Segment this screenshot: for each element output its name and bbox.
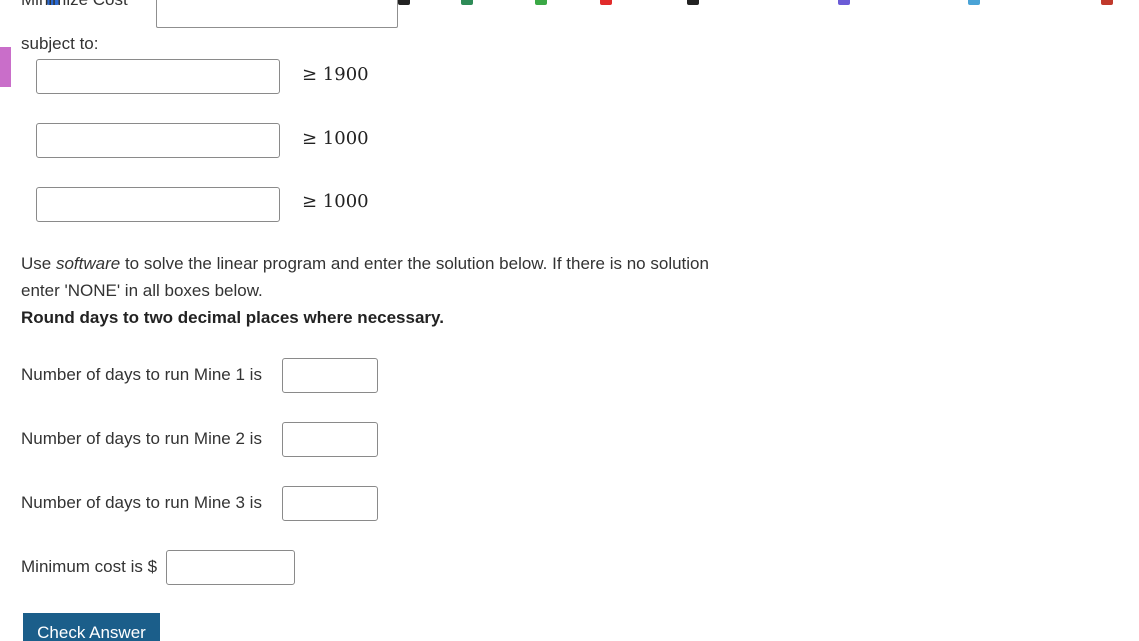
constraint-1-rhs: ≥ 1900 [302, 64, 369, 85]
bookmark-icon [461, 0, 473, 5]
instructions-software: software [55, 254, 121, 273]
mine-3-label: Number of days to run Mine 3 is [21, 493, 262, 512]
maps-icon [535, 0, 547, 5]
mine-1-input[interactable] [282, 358, 378, 393]
check-answer-button[interactable]: Check Answer [23, 613, 160, 641]
objective-label: Minimize Cost [21, 0, 128, 10]
subject-to-label: subject to: [21, 34, 99, 53]
instructions-suffix: to solve the linear program and enter th… [21, 254, 709, 300]
constraint-2-rhs: ≥ 1000 [302, 128, 369, 149]
mine-2-input[interactable] [282, 422, 378, 457]
bookmark-icon [838, 0, 850, 5]
mine-1-label: Number of days to run Mine 1 is [21, 365, 262, 384]
bookmark-icon [1101, 0, 1113, 5]
bookmark-icon [398, 0, 410, 5]
instructions-prefix: Use [21, 254, 56, 273]
constraint-1-input[interactable] [36, 59, 280, 94]
minimum-cost-input[interactable] [166, 550, 295, 585]
youtube-icon [600, 0, 612, 5]
constraint-2-input[interactable] [36, 123, 280, 158]
mine-3-input[interactable] [282, 486, 378, 521]
rounding-note: Round days to two decimal places where n… [21, 308, 444, 327]
objective-input[interactable] [156, 0, 398, 28]
mine-2-label: Number of days to run Mine 2 is [21, 429, 262, 448]
instructions-block: Use software to solve the linear program… [21, 250, 721, 331]
minimum-cost-label: Minimum cost is $ [21, 557, 158, 576]
bookmark-icon [687, 0, 699, 5]
side-accent-marker [0, 47, 11, 87]
bookmark-icon [968, 0, 980, 5]
constraint-3-rhs: ≥ 1000 [302, 191, 369, 212]
constraint-3-input[interactable] [36, 187, 280, 222]
